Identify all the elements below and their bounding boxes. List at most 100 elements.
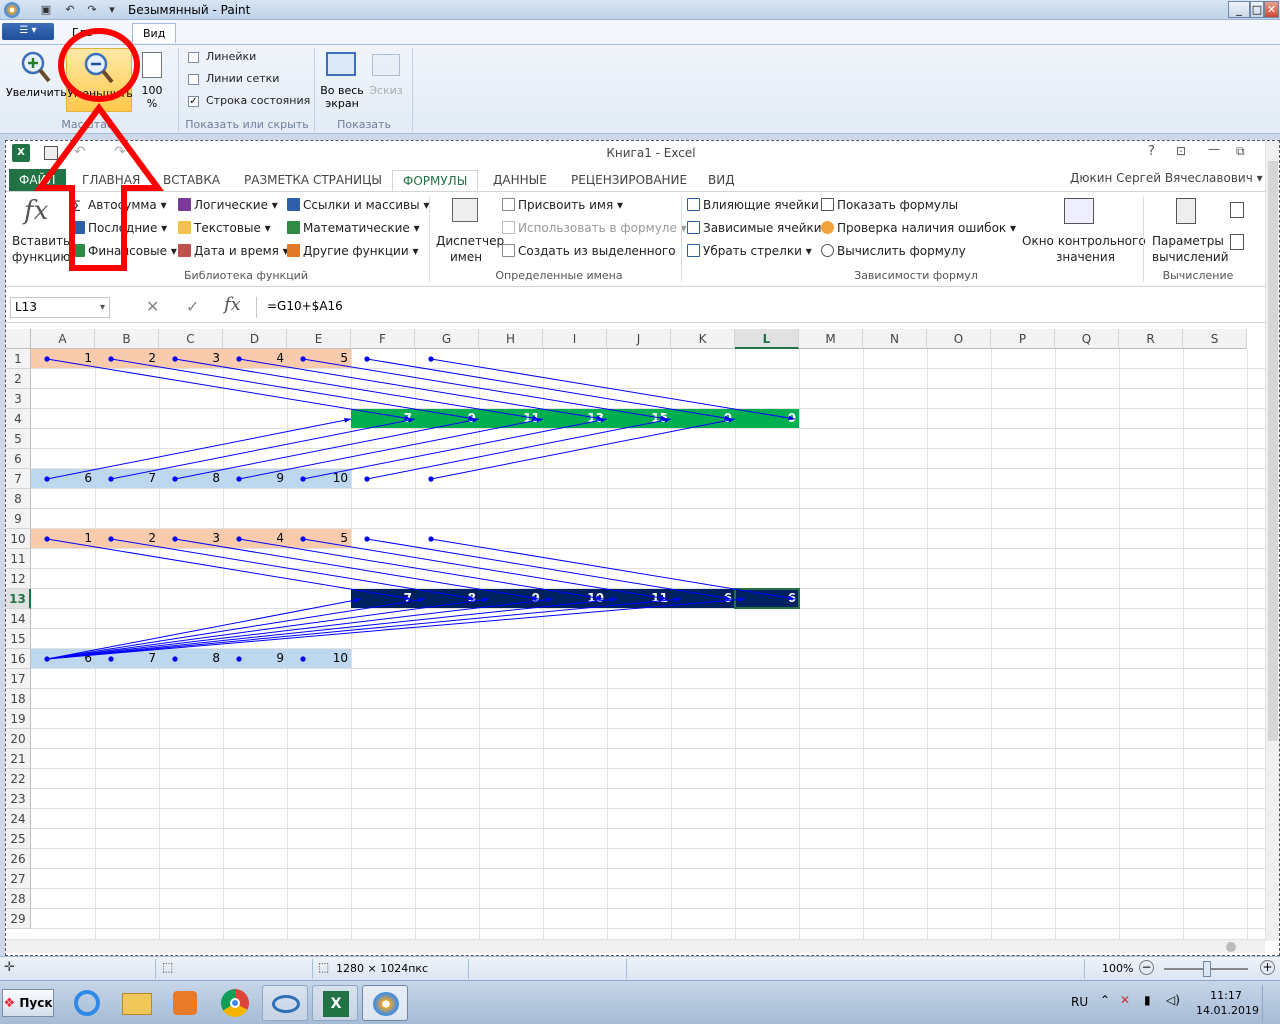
trace-arrow-dot xyxy=(172,536,178,542)
trace-arrow-dot xyxy=(108,656,114,662)
trace-arrowhead xyxy=(788,415,795,421)
name-box[interactable]: L13 ▾ xyxy=(10,297,110,318)
trace-arrowhead xyxy=(724,595,731,601)
trace-arrow-dot xyxy=(428,476,434,482)
trace-arrow-dot xyxy=(236,356,242,362)
trace-arrow-dot xyxy=(428,536,434,542)
trace-arrow-dot xyxy=(108,536,114,542)
ie-icon xyxy=(74,990,100,1016)
red-annotation xyxy=(34,28,164,271)
trace-arrow-dot xyxy=(44,356,50,362)
annotation-arrow xyxy=(34,102,164,271)
scroll-handle[interactable] xyxy=(1226,942,1236,952)
trace-arrowhead xyxy=(674,597,681,603)
eye-icon xyxy=(272,995,300,1013)
zoom-slider-thumb[interactable] xyxy=(1203,961,1211,977)
trace-arrow-line xyxy=(302,418,608,480)
trace-arrow-dot xyxy=(172,476,178,482)
cancel-icon[interactable]: ✕ xyxy=(146,297,159,316)
zoom-in-small-button[interactable]: + xyxy=(1260,960,1275,975)
trace-arrow-dot xyxy=(108,356,114,362)
volume-icon[interactable]: ◁) xyxy=(1166,993,1180,1007)
spreadsheet-grid[interactable]: ABCDEFGHIJKLMNOPQRS 1 2 3 4 5 6 7 8 9 10 11 12 13 14 1… xyxy=(6,329,1266,939)
horizontal-scrollbar[interactable] xyxy=(6,939,1265,953)
trace-arrow-line xyxy=(46,598,618,660)
start-button[interactable]: ❖ Пуск xyxy=(2,989,54,1017)
paint-status-bar: ✛ ⬚ ⬚ 1280 × 1024пкс 100% − + xyxy=(0,956,1280,980)
trace-arrowhead xyxy=(418,597,425,603)
taskbar-media-player[interactable] xyxy=(162,985,208,1021)
language-indicator[interactable]: RU xyxy=(1071,995,1088,1009)
network-icon[interactable]: ✕ xyxy=(1120,993,1130,1007)
windows-taskbar: ❖ Пуск X RU ⌃ ✕ ▮ ◁) 11:17 14.01.2019 xyxy=(0,980,1280,1024)
trace-arrow-dot xyxy=(428,356,434,362)
trace-arrow-line xyxy=(46,598,682,660)
formula-bar: L13 ▾ ✕ ✓ fx =G10+$A16 xyxy=(6,291,1279,323)
clock-time[interactable]: 11:17 xyxy=(1196,989,1256,1002)
power-icon[interactable]: ▮ xyxy=(1144,993,1151,1007)
trace-arrowhead xyxy=(354,597,361,603)
insert-fx-icon[interactable]: fx xyxy=(224,294,241,315)
trace-arrow-dot xyxy=(236,656,242,662)
zoom-level: 100% xyxy=(1102,962,1134,975)
trace-arrow-line xyxy=(430,418,736,480)
trace-arrow-dot xyxy=(44,656,50,662)
trace-arrowhead xyxy=(344,417,351,423)
taskbar-ie[interactable] xyxy=(64,985,110,1021)
trace-arrow-dot xyxy=(236,536,242,542)
clock-date[interactable]: 14.01.2019 xyxy=(1196,1004,1259,1017)
trace-arrow-line xyxy=(366,418,672,480)
trace-arrow-line xyxy=(110,418,416,480)
taskbar-viewer[interactable] xyxy=(262,985,308,1021)
trace-arrow-dot xyxy=(364,356,370,362)
trace-arrow-dot xyxy=(300,536,306,542)
media-player-icon xyxy=(173,991,197,1015)
trace-arrowhead xyxy=(596,595,603,601)
trace-arrowhead xyxy=(728,417,735,423)
trace-arrow-dot xyxy=(364,476,370,482)
trace-arrow-dot xyxy=(300,656,306,662)
trace-arrows-layer xyxy=(44,356,796,662)
excel-taskbar-icon: X xyxy=(323,991,349,1017)
trace-arrow-line xyxy=(46,598,554,660)
trace-arrow-line xyxy=(46,598,490,660)
folder-icon xyxy=(122,993,152,1015)
trace-arrow-dot xyxy=(172,356,178,362)
trace-arrowhead xyxy=(610,597,617,603)
tray-expand-icon[interactable]: ⌃ xyxy=(1100,993,1110,1007)
image-size-icon: ⬚ xyxy=(318,960,330,974)
move-cursor-icon: ✛ xyxy=(4,960,15,975)
trace-arrow-line xyxy=(46,418,352,480)
trace-arrowhead xyxy=(546,597,553,603)
taskbar-chrome[interactable] xyxy=(212,985,258,1021)
selection-icon: ⬚ xyxy=(162,960,174,974)
trace-arrowhead xyxy=(404,595,411,601)
taskbar-excel[interactable]: X xyxy=(312,985,358,1021)
trace-arrowhead xyxy=(600,417,607,423)
trace-arrowhead xyxy=(660,595,667,601)
enter-icon[interactable]: ✓ xyxy=(186,297,199,316)
trace-arrow-dot xyxy=(300,476,306,482)
trace-arrowhead xyxy=(408,417,415,423)
trace-arrowhead xyxy=(536,417,543,423)
trace-arrow-line xyxy=(46,598,746,660)
trace-arrowhead xyxy=(532,595,539,601)
trace-arrowhead xyxy=(472,417,479,423)
trace-arrow-dot xyxy=(364,536,370,542)
show-desktop-button[interactable] xyxy=(1262,985,1276,1021)
annotation-circle xyxy=(58,28,140,102)
trace-arrow-dot xyxy=(44,536,50,542)
paint-taskbar-icon xyxy=(373,992,399,1016)
image-size-text: 1280 × 1024пкс xyxy=(336,962,429,975)
windows-logo-icon: ❖ xyxy=(3,996,16,1011)
trace-arrow-dot xyxy=(300,356,306,362)
formula-input[interactable]: =G10+$A16 xyxy=(256,297,1266,318)
trace-arrowhead xyxy=(468,595,475,601)
zoom-out-small-button[interactable]: − xyxy=(1139,960,1154,975)
trace-arrow-dot xyxy=(236,476,242,482)
taskbar-paint[interactable] xyxy=(362,985,408,1021)
trace-arrow-dot xyxy=(44,476,50,482)
trace-arrow-line xyxy=(174,418,480,480)
trace-arrow-line xyxy=(238,418,544,480)
taskbar-explorer[interactable] xyxy=(114,985,160,1021)
